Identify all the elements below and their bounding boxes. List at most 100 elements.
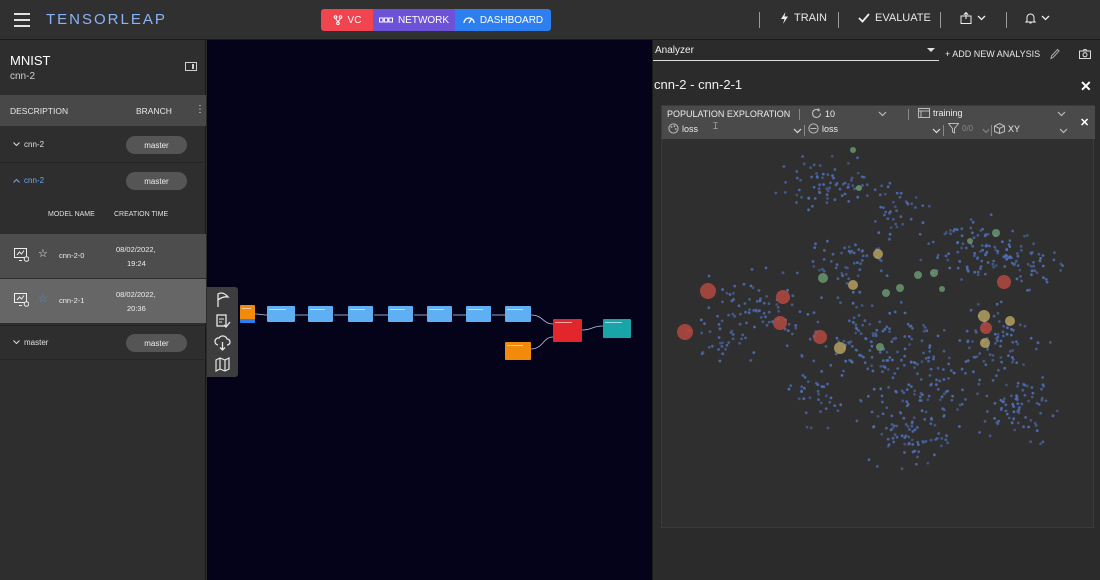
sample-point[interactable] <box>891 376 895 380</box>
sample-point[interactable] <box>956 266 960 270</box>
sample-point[interactable] <box>870 355 874 359</box>
sample-point[interactable] <box>993 245 997 249</box>
sample-point[interactable] <box>841 274 844 278</box>
sample-point[interactable] <box>916 440 920 444</box>
sample-point[interactable] <box>908 343 911 346</box>
sample-point[interactable] <box>872 334 875 338</box>
sample-point[interactable] <box>890 423 894 426</box>
sample-point[interactable] <box>828 186 831 190</box>
sample-point[interactable] <box>918 395 922 399</box>
sample-point[interactable] <box>818 268 821 272</box>
sample-point[interactable] <box>884 210 888 214</box>
sample-point[interactable] <box>1016 264 1020 267</box>
sample-point[interactable] <box>721 288 724 291</box>
sample-point[interactable] <box>874 220 877 223</box>
sample-point[interactable] <box>966 269 970 273</box>
sample-point[interactable] <box>1002 397 1006 401</box>
highlighted-sample-point[interactable] <box>939 286 945 292</box>
sample-point[interactable] <box>960 246 963 250</box>
sample-point[interactable] <box>1008 349 1012 353</box>
sample-point[interactable] <box>885 274 889 277</box>
sample-point[interactable] <box>721 352 725 356</box>
sample-point[interactable] <box>1012 263 1016 267</box>
sample-point[interactable] <box>1010 394 1013 398</box>
sample-point[interactable] <box>740 337 743 341</box>
sample-point[interactable] <box>758 309 761 313</box>
sample-point[interactable] <box>1016 402 1020 405</box>
sample-point[interactable] <box>971 220 975 224</box>
sample-point[interactable] <box>863 319 867 323</box>
sample-point[interactable] <box>1005 248 1009 251</box>
sample-point[interactable] <box>742 282 746 286</box>
sample-point[interactable] <box>966 339 970 342</box>
chevron-down-icon[interactable] <box>1057 111 1066 117</box>
sample-point[interactable] <box>929 422 933 425</box>
sample-point[interactable] <box>1010 327 1013 331</box>
sample-point[interactable] <box>1022 363 1025 366</box>
sample-point[interactable] <box>749 359 753 362</box>
sample-point[interactable] <box>750 268 754 271</box>
sample-point[interactable] <box>866 394 870 398</box>
sample-point[interactable] <box>854 326 858 330</box>
sample-point[interactable] <box>801 155 804 158</box>
highlighted-sample-point[interactable] <box>850 147 856 153</box>
sample-point[interactable] <box>826 239 829 243</box>
sample-point[interactable] <box>1041 264 1045 268</box>
sample-point[interactable] <box>1034 424 1038 427</box>
sample-point[interactable] <box>930 416 933 420</box>
sample-point[interactable] <box>881 359 885 362</box>
sample-point[interactable] <box>824 345 828 348</box>
sample-point[interactable] <box>923 417 927 421</box>
sample-point[interactable] <box>853 187 856 191</box>
sample-point[interactable] <box>949 232 952 236</box>
sample-point[interactable] <box>739 312 742 316</box>
sample-point[interactable] <box>815 175 819 178</box>
sample-point[interactable] <box>942 368 945 371</box>
sample-point[interactable] <box>1032 260 1035 264</box>
sample-point[interactable] <box>940 437 944 440</box>
sample-point[interactable] <box>882 206 885 209</box>
sample-point[interactable] <box>999 344 1002 348</box>
sample-point[interactable] <box>942 378 946 381</box>
sample-point[interactable] <box>866 367 870 371</box>
highlighted-sample-point[interactable] <box>813 330 827 344</box>
sample-point[interactable] <box>829 259 833 263</box>
sample-point[interactable] <box>1030 395 1034 399</box>
sample-point[interactable] <box>720 345 724 348</box>
train-button[interactable]: TRAIN <box>780 12 827 24</box>
sample-point[interactable] <box>881 370 884 374</box>
sample-point[interactable] <box>910 420 914 424</box>
sample-point[interactable] <box>940 444 943 448</box>
sample-point[interactable] <box>926 461 930 465</box>
sample-point[interactable] <box>1021 388 1025 392</box>
sample-point[interactable] <box>803 386 806 390</box>
sample-point[interactable] <box>871 332 875 335</box>
sample-point[interactable] <box>931 240 935 244</box>
sample-point[interactable] <box>1025 384 1029 388</box>
sample-point[interactable] <box>906 402 910 406</box>
highlighted-sample-point[interactable] <box>848 280 858 290</box>
sample-point[interactable] <box>790 303 794 307</box>
sample-point[interactable] <box>918 232 922 236</box>
sample-point[interactable] <box>737 304 741 308</box>
sample-point[interactable] <box>1026 263 1030 266</box>
sample-point[interactable] <box>1025 234 1029 237</box>
sample-point[interactable] <box>903 436 907 439</box>
sample-point[interactable] <box>996 333 1000 336</box>
sample-point[interactable] <box>1029 336 1033 340</box>
sample-point[interactable] <box>1024 416 1027 419</box>
highlighted-sample-point[interactable] <box>967 238 973 244</box>
sample-point[interactable] <box>936 387 940 391</box>
sample-point[interactable] <box>995 302 999 306</box>
sample-point[interactable] <box>916 372 919 376</box>
sample-point[interactable] <box>719 341 722 345</box>
sample-point[interactable] <box>826 382 829 386</box>
sample-point[interactable] <box>933 423 937 427</box>
sample-point[interactable] <box>996 339 999 343</box>
sample-point[interactable] <box>1020 402 1024 406</box>
sample-point[interactable] <box>977 382 981 386</box>
sample-point[interactable] <box>1029 418 1033 422</box>
sample-point[interactable] <box>826 173 830 176</box>
clipboard-check-icon[interactable] <box>214 312 231 329</box>
sample-point[interactable] <box>976 392 979 396</box>
